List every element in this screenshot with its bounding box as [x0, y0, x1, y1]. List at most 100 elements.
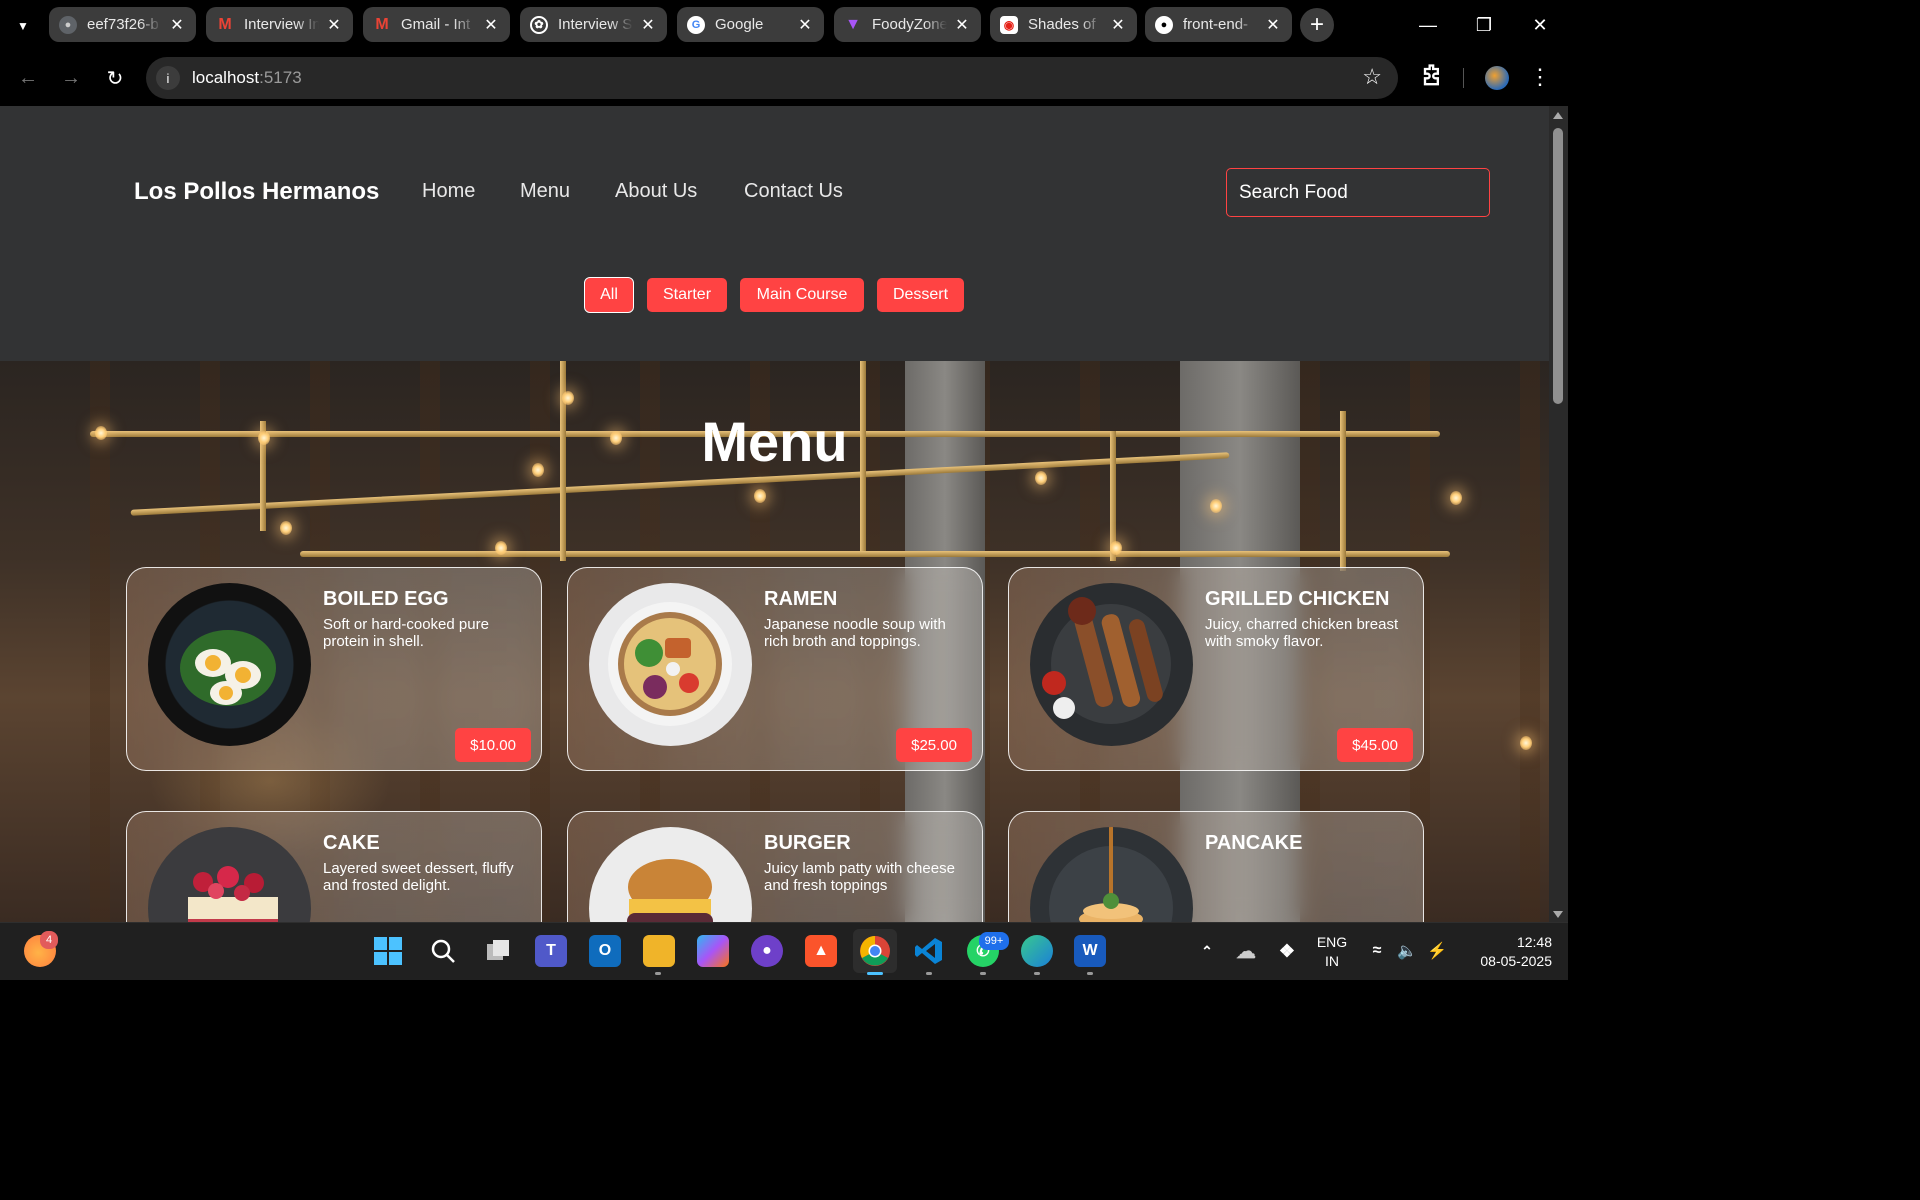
active-indicator — [867, 972, 883, 975]
chrome-icon — [860, 936, 890, 966]
url-text[interactable]: localhost:5173 — [192, 68, 302, 88]
food-card[interactable]: RAMEN Japanese noodle soup with rich bro… — [567, 567, 983, 771]
light-bulb — [495, 541, 507, 555]
tab-title: Interview In — [244, 16, 319, 33]
scrollbar-thumb[interactable] — [1553, 128, 1563, 404]
browser-menu-icon[interactable]: ⋮ — [1529, 62, 1551, 92]
filter-main-course-button[interactable]: Main Course — [740, 278, 864, 312]
close-tab-icon[interactable]: ✕ — [325, 16, 343, 34]
copilot-icon[interactable] — [697, 935, 729, 967]
nav-link-home[interactable]: Home — [422, 180, 475, 203]
browser-tab[interactable]: ● front-end- ✕ — [1145, 7, 1292, 42]
nav-link-about[interactable]: About Us — [615, 180, 697, 203]
volume-icon[interactable]: 🔈 — [1396, 935, 1418, 967]
browser-tab[interactable]: ▼ FoodyZone ✕ — [834, 7, 981, 42]
close-window-icon[interactable]: ✕ — [1512, 0, 1568, 50]
browser-tab[interactable]: G Google ✕ — [677, 7, 824, 42]
chrome-taskbar-button[interactable] — [853, 929, 897, 973]
light-bulb — [280, 521, 292, 535]
gmail-icon: M — [375, 15, 389, 33]
task-view-icon[interactable] — [482, 935, 514, 967]
search-food-input[interactable] — [1226, 168, 1490, 217]
food-image — [589, 827, 752, 922]
onedrive-icon[interactable]: ☁ — [1233, 935, 1259, 967]
battery-charging-icon[interactable]: ⚡ — [1426, 935, 1448, 967]
scroll-down-arrow-icon[interactable] — [1553, 911, 1563, 918]
outlook-icon[interactable]: O — [589, 935, 621, 967]
close-tab-icon[interactable]: ✕ — [1109, 16, 1127, 34]
search-icon[interactable] — [427, 935, 459, 967]
profile-avatar[interactable] — [1485, 66, 1509, 90]
close-tab-icon[interactable]: ✕ — [639, 16, 657, 34]
show-hidden-icons-chevron-icon[interactable]: ⌃ — [1196, 935, 1218, 967]
restore-icon[interactable]: ❐ — [1456, 0, 1512, 50]
price-button[interactable]: $45.00 — [1337, 728, 1413, 762]
vscode-icon[interactable] — [913, 935, 945, 967]
openai-icon: ✿ — [530, 15, 548, 34]
food-card[interactable]: CAKE Layered sweet dessert, fluffy and f… — [126, 811, 542, 922]
forward-icon[interactable]: → — [57, 64, 85, 92]
wifi-icon[interactable]: ≈ — [1366, 935, 1388, 967]
minimize-icon[interactable]: — — [1400, 0, 1456, 50]
filter-dessert-button[interactable]: Dessert — [877, 278, 964, 312]
food-card[interactable]: BURGER Juicy lamb patty with cheese and … — [567, 811, 983, 922]
food-image — [1030, 827, 1193, 922]
tab-title: eef73f26-b — [87, 16, 159, 33]
brave-icon[interactable]: ▲ — [805, 935, 837, 967]
url-host: localhost — [192, 68, 260, 87]
clock-date: 08-05-2025 — [1480, 953, 1552, 969]
extensions-icon[interactable] — [1418, 62, 1446, 90]
site-brand[interactable]: Los Pollos Hermanos — [134, 178, 379, 206]
food-card[interactable]: BOILED EGG Soft or hard-cooked pure prot… — [126, 567, 542, 771]
browser-tab[interactable]: M Gmail - Int ✕ — [363, 7, 510, 42]
boiled-egg-image — [180, 630, 276, 706]
tab-title: Shades of — [1028, 16, 1096, 33]
address-bar[interactable]: i localhost:5173 ☆ — [146, 57, 1398, 99]
browser-tab[interactable]: M Interview In ✕ — [206, 7, 353, 42]
language-indicator[interactable]: ENG IN — [1312, 933, 1352, 971]
price-button[interactable]: $25.00 — [896, 728, 972, 762]
github-desktop-icon[interactable]: ● — [751, 935, 783, 967]
page-scrollbar[interactable] — [1549, 106, 1568, 922]
github-icon: ● — [1155, 15, 1173, 34]
tab-search-chevron-icon[interactable]: ▼ — [10, 13, 36, 39]
food-description: Japanese noodle soup with rich broth and… — [764, 616, 946, 650]
food-card[interactable]: GRILLED CHICKEN Juicy, charred chicken b… — [1008, 567, 1424, 771]
tab-title: Google — [715, 16, 764, 33]
url-port: :5173 — [259, 68, 302, 87]
new-tab-button[interactable]: + — [1300, 8, 1334, 42]
close-tab-icon[interactable]: ✕ — [796, 16, 814, 34]
close-tab-icon[interactable]: ✕ — [953, 16, 971, 34]
nav-link-contact[interactable]: Contact Us — [744, 180, 843, 203]
word-icon[interactable]: W — [1074, 935, 1106, 967]
light-bulb — [1450, 491, 1462, 505]
price-button[interactable]: $10.00 — [455, 728, 531, 762]
browser-tab[interactable]: ✿ Interview S ✕ — [520, 7, 667, 42]
filter-all-button[interactable]: All — [584, 277, 634, 313]
filter-starter-button[interactable]: Starter — [647, 278, 727, 312]
back-icon[interactable]: ← — [14, 64, 42, 92]
edge-icon[interactable] — [1021, 935, 1053, 967]
light-bulb — [754, 489, 766, 503]
scroll-up-arrow-icon[interactable] — [1553, 112, 1563, 119]
browser-tab[interactable]: ● eef73f26-b ✕ — [49, 7, 196, 42]
running-indicator — [1087, 972, 1093, 975]
clock[interactable]: 12:48 08-05-2025 — [1462, 933, 1552, 971]
vite-icon: ▼ — [845, 15, 861, 33]
close-tab-icon[interactable]: ✕ — [1264, 16, 1282, 34]
nav-link-menu[interactable]: Menu — [520, 180, 570, 203]
dropbox-icon[interactable]: ❖ — [1274, 935, 1300, 967]
running-indicator — [655, 972, 661, 975]
site-info-icon[interactable]: i — [156, 66, 180, 90]
file-explorer-icon[interactable] — [643, 935, 675, 967]
close-tab-icon[interactable]: ✕ — [482, 16, 500, 34]
food-card[interactable]: PANCAKE — [1008, 811, 1424, 922]
browser-tab[interactable]: ◉ Shades of ✕ — [990, 7, 1137, 42]
bookmark-star-icon[interactable]: ☆ — [1362, 64, 1382, 90]
windows-start-icon[interactable] — [372, 935, 404, 967]
reload-icon[interactable]: ↻ — [101, 64, 129, 92]
teams-icon[interactable]: T — [535, 935, 567, 967]
close-tab-icon[interactable]: ✕ — [168, 16, 186, 34]
cake-image — [188, 866, 278, 922]
light-bulb — [562, 391, 574, 405]
